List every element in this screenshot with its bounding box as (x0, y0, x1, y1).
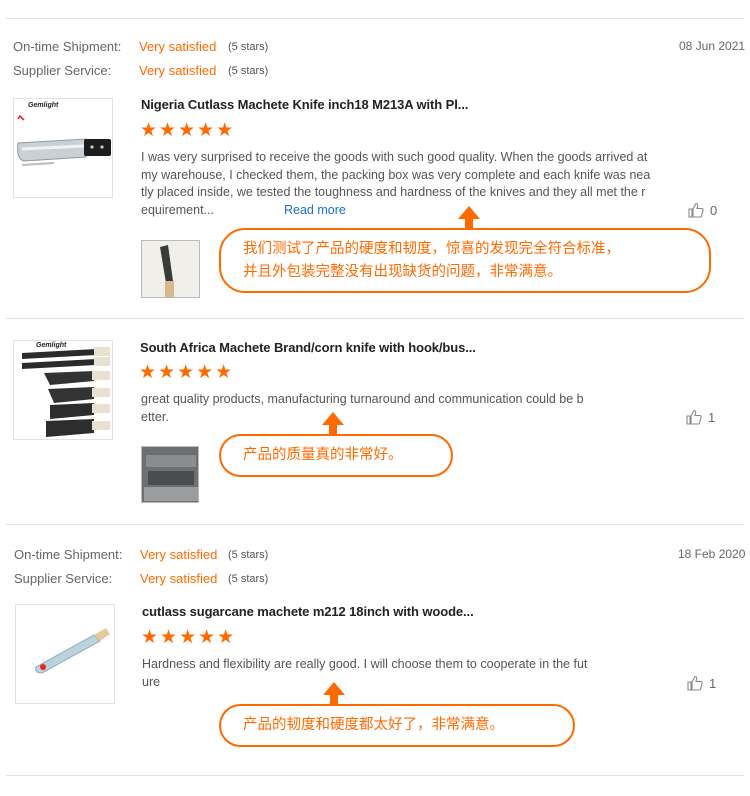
divider (6, 318, 744, 319)
product-thumbnail[interactable] (15, 604, 115, 704)
warehouse-photo (142, 447, 198, 502)
callout-line: 我们测试了产品的硬度和韧度，惊喜的发现完全符合标准， (243, 240, 620, 257)
translation-callout: 产品的韧度和硬度都太好了，非常满意。 (219, 704, 575, 747)
machete-photo (142, 241, 199, 297)
divider (6, 524, 744, 525)
star-rating: ★★★★★ (139, 362, 235, 383)
product-title[interactable]: cutlass sugarcane machete m212 18inch wi… (142, 604, 474, 619)
machete-image (35, 628, 110, 674)
review-date: 18 Feb 2020 (678, 547, 746, 561)
shipment-stars: (5 stars) (228, 41, 269, 53)
star-rating: ★★★★★ (140, 120, 236, 141)
like-count: 1 (709, 675, 717, 691)
callout-line: 产品的韧度和硬度都太好了，非常满意。 (243, 717, 504, 733)
divider (6, 18, 744, 19)
translation-callout: 我们测试了产品的硬度和韧度，惊喜的发现完全符合标准， 并且外包装完整没有出现缺货… (219, 228, 711, 293)
supplier-rating: Very satisfied (140, 571, 218, 586)
translation-callout: 产品的质量真的非常好。 (219, 434, 453, 477)
review-text-line: I was very surprised to receive the good… (141, 150, 648, 164)
shipment-label: On-time Shipment: (13, 39, 122, 54)
like-button[interactable]: 1 (687, 675, 716, 691)
product-title[interactable]: Nigeria Cutlass Machete Knife inch18 M21… (141, 97, 468, 112)
divider (6, 775, 744, 776)
review-date: 08 Jun 2021 (679, 39, 746, 53)
review-photo[interactable] (141, 240, 200, 298)
supplier-rating: Very satisfied (139, 63, 217, 78)
supplier-stars: (5 stars) (228, 573, 269, 585)
shipment-label: On-time Shipment: (14, 547, 123, 562)
machete-image (17, 114, 111, 166)
review-text-line: great quality products, manufacturing tu… (141, 392, 584, 406)
callout-line: 并且外包装完整没有出现缺货的问题，非常满意。 (243, 263, 562, 280)
product-thumbnail[interactable]: Gemlight (13, 98, 113, 198)
review-text-line: Hardness and flexibility are really good… (142, 657, 588, 671)
machete-set-image (22, 347, 110, 437)
review-text: great quality products, manufacturing tu… (141, 391, 661, 426)
read-more-link[interactable]: Read more (284, 203, 346, 217)
shipment-rating: Very satisfied (139, 39, 217, 54)
thumbs-up-icon (687, 675, 703, 691)
review-text-line: tly placed inside, we tested the toughne… (141, 185, 646, 199)
like-button[interactable]: 1 (686, 409, 715, 425)
review-text-line: ure (142, 674, 161, 689)
review-text-line: etter. (141, 409, 169, 424)
review-text-line: my warehouse, I checked them, the packin… (141, 167, 651, 182)
shipment-rating: Very satisfied (140, 547, 218, 562)
thumbs-up-icon (688, 202, 704, 218)
supplier-label: Supplier Service: (14, 571, 113, 586)
review-text-line: equirement... (141, 202, 214, 217)
callout-line: 产品的质量真的非常好。 (243, 447, 403, 463)
like-count: 0 (710, 202, 718, 218)
shipment-stars: (5 stars) (228, 549, 269, 561)
review-text: I was very surprised to receive the good… (141, 149, 701, 219)
thumbs-up-icon (686, 409, 702, 425)
product-thumbnail[interactable]: Gemlight (13, 340, 113, 440)
like-button[interactable]: 0 (688, 202, 717, 218)
supplier-label: Supplier Service: (13, 63, 112, 78)
review-photo[interactable] (141, 446, 199, 503)
star-rating: ★★★★★ (141, 627, 237, 648)
like-count: 1 (708, 409, 716, 425)
review-text: Hardness and flexibility are really good… (142, 656, 662, 691)
supplier-stars: (5 stars) (228, 65, 269, 77)
product-title[interactable]: South Africa Machete Brand/corn knife wi… (140, 340, 476, 355)
